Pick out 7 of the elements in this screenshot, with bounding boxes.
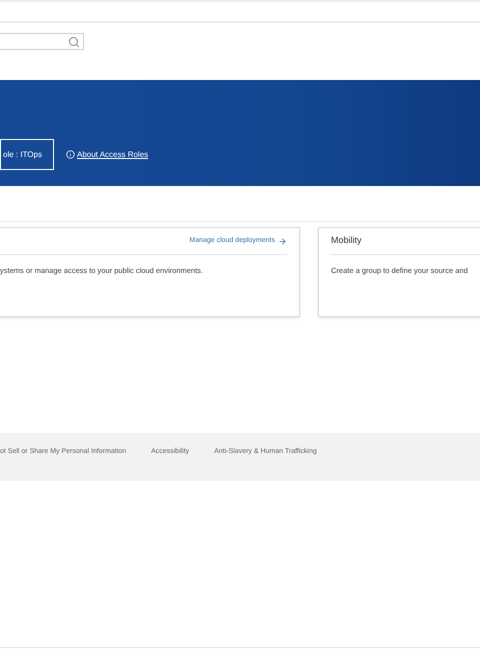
info-icon: [66, 150, 75, 159]
search-icon: [68, 36, 80, 48]
search-field[interactable]: [0, 33, 84, 50]
about-access-roles-link[interactable]: About Access Roles: [66, 148, 148, 160]
role-selector[interactable]: ole : ITOps: [0, 139, 54, 170]
card-title: Mobility: [331, 234, 362, 248]
arrow-right-icon: [278, 236, 287, 246]
